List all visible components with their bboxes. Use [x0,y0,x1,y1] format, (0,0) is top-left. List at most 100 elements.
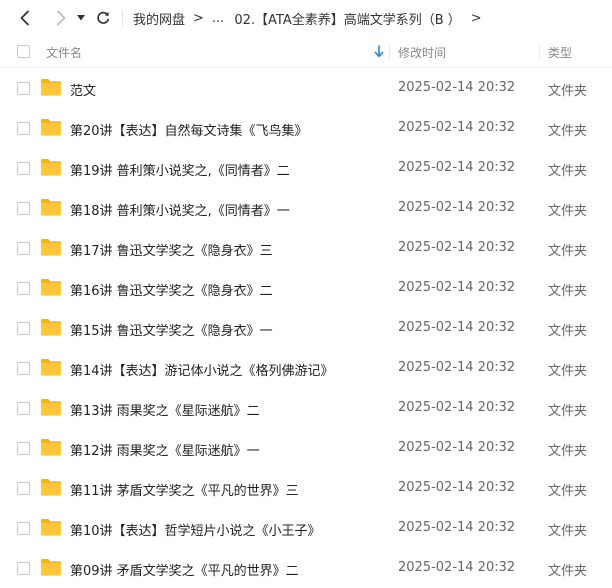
file-type: 文件夹 [548,124,588,139]
breadcrumb-root[interactable]: 我的网盘 [133,9,185,28]
file-row[interactable]: 第16讲 鲁迅文学奖之《隐身衣》二 2025-02-14 20:32 文件夹 [0,268,612,308]
toolbar-divider [122,10,123,26]
column-divider[interactable] [389,43,390,61]
file-row[interactable]: 第19讲 普利策小说奖之,《同情者》二 2025-02-14 20:32 文件夹 [0,148,612,188]
file-row[interactable]: 第13讲 雨果奖之《星际迷航》二 2025-02-14 20:32 文件夹 [0,388,612,428]
select-all-checkbox[interactable] [17,45,30,58]
folder-icon [41,359,61,376]
file-row[interactable]: 第15讲 鲁迅文学奖之《隐身衣》一 2025-02-14 20:32 文件夹 [0,308,612,348]
file-list: 范文 2025-02-14 20:32 文件夹 第20讲【表达】自然每文诗集《飞… [0,68,612,588]
file-name[interactable]: 第20讲【表达】自然每文诗集《飞鸟集》 [70,120,308,139]
row-checkbox[interactable] [17,562,30,575]
file-name[interactable]: 第13讲 雨果奖之《星际迷航》二 [70,400,260,419]
folder-icon [41,439,61,456]
file-type: 文件夹 [548,244,588,259]
row-checkbox[interactable] [17,322,30,335]
breadcrumb-ellipsis[interactable]: ... [212,11,224,26]
file-modified-time: 2025-02-14 20:32 [398,160,516,175]
file-name[interactable]: 第12讲 雨果奖之《星际迷航》一 [70,440,260,459]
folder-icon [41,279,61,296]
file-row[interactable]: 第18讲 普利策小说奖之,《同情者》一 2025-02-14 20:32 文件夹 [0,188,612,228]
file-modified-time: 2025-02-14 20:32 [398,240,516,255]
breadcrumb: 我的网盘 > ... 02.【ATA全素养】高端文学系列（B ） > [133,9,490,28]
file-type: 文件夹 [548,364,588,379]
folder-icon [41,199,61,216]
file-name[interactable]: 第10讲【表达】哲学短片小说之《小王子》 [70,520,321,539]
file-type: 文件夹 [548,444,588,459]
file-row[interactable]: 第20讲【表达】自然每文诗集《飞鸟集》 2025-02-14 20:32 文件夹 [0,108,612,148]
back-button[interactable] [14,7,36,29]
file-name[interactable]: 范文 [70,80,96,99]
file-name[interactable]: 第17讲 鲁迅文学奖之《隐身衣》三 [70,240,273,259]
file-type: 文件夹 [548,84,588,99]
row-checkbox[interactable] [17,442,30,455]
breadcrumb-current[interactable]: 02.【ATA全素养】高端文学系列（B ） [234,9,460,28]
file-type: 文件夹 [548,524,588,539]
file-modified-time: 2025-02-14 20:32 [398,200,516,215]
file-modified-time: 2025-02-14 20:32 [398,480,516,495]
column-name-header[interactable]: 文件名 [46,44,82,61]
row-checkbox[interactable] [17,122,30,135]
file-modified-time: 2025-02-14 20:32 [398,320,516,335]
file-name[interactable]: 第18讲 普利策小说奖之,《同情者》一 [70,200,290,219]
toolbar: 我的网盘 > ... 02.【ATA全素养】高端文学系列（B ） > [0,0,612,36]
file-row[interactable]: 第11讲 茅盾文学奖之《平凡的世界》三 2025-02-14 20:32 文件夹 [0,468,612,508]
file-modified-time: 2025-02-14 20:32 [398,280,516,295]
file-modified-time: 2025-02-14 20:32 [398,360,516,375]
history-dropdown-button[interactable] [74,7,88,29]
file-row[interactable]: 第17讲 鲁迅文学奖之《隐身衣》三 2025-02-14 20:32 文件夹 [0,228,612,268]
folder-icon [41,559,61,576]
row-checkbox[interactable] [17,402,30,415]
file-type: 文件夹 [548,324,588,339]
file-type: 文件夹 [548,284,588,299]
folder-icon [41,519,61,536]
file-name[interactable]: 第19讲 普利策小说奖之,《同情者》二 [70,160,290,179]
row-checkbox[interactable] [17,82,30,95]
file-modified-time: 2025-02-14 20:32 [398,80,516,95]
file-type: 文件夹 [548,164,588,179]
caret-down-icon [77,15,85,21]
refresh-button[interactable] [92,7,114,29]
file-name[interactable]: 第11讲 茅盾文学奖之《平凡的世界》三 [70,480,299,499]
column-modified-header[interactable]: 修改时间 [398,44,446,61]
row-checkbox[interactable] [17,162,30,175]
folder-icon [41,399,61,416]
file-row[interactable]: 第09讲 矛盾文学奖之《平凡的世界》二 2025-02-14 20:32 文件夹 [0,548,612,588]
file-modified-time: 2025-02-14 20:32 [398,560,516,575]
folder-icon [41,119,61,136]
row-checkbox[interactable] [17,482,30,495]
folder-icon [41,239,61,256]
file-name[interactable]: 第09讲 矛盾文学奖之《平凡的世界》二 [70,560,299,579]
file-row[interactable]: 第14讲【表达】游记体小说之《格列佛游记》 2025-02-14 20:32 文… [0,348,612,388]
row-checkbox[interactable] [17,202,30,215]
column-type-header[interactable]: 类型 [548,44,572,61]
file-list-header: 文件名 修改时间 类型 [0,36,612,68]
row-checkbox[interactable] [17,242,30,255]
sort-down-arrow-icon[interactable] [374,45,384,58]
file-type: 文件夹 [548,564,588,579]
file-name[interactable]: 第16讲 鲁迅文学奖之《隐身衣》二 [70,280,273,299]
file-modified-time: 2025-02-14 20:32 [398,400,516,415]
file-modified-time: 2025-02-14 20:32 [398,120,516,135]
file-name[interactable]: 第14讲【表达】游记体小说之《格列佛游记》 [70,360,334,379]
folder-icon [41,79,61,96]
file-type: 文件夹 [548,204,588,219]
file-row[interactable]: 范文 2025-02-14 20:32 文件夹 [0,68,612,108]
file-modified-time: 2025-02-14 20:32 [398,520,516,535]
folder-icon [41,159,61,176]
breadcrumb-separator: > [193,10,204,26]
row-checkbox[interactable] [17,522,30,535]
row-checkbox[interactable] [17,362,30,375]
refresh-icon [97,11,110,24]
folder-icon [41,319,61,336]
folder-icon [41,479,61,496]
file-type: 文件夹 [548,484,588,499]
file-name[interactable]: 第15讲 鲁迅文学奖之《隐身衣》一 [70,320,273,339]
file-modified-time: 2025-02-14 20:32 [398,440,516,455]
row-checkbox[interactable] [17,282,30,295]
file-row[interactable]: 第12讲 雨果奖之《星际迷航》一 2025-02-14 20:32 文件夹 [0,428,612,468]
breadcrumb-separator: > [470,10,482,26]
file-row[interactable]: 第10讲【表达】哲学短片小说之《小王子》 2025-02-14 20:32 文件… [0,508,612,548]
column-divider[interactable] [539,43,540,61]
forward-button[interactable] [50,7,72,29]
